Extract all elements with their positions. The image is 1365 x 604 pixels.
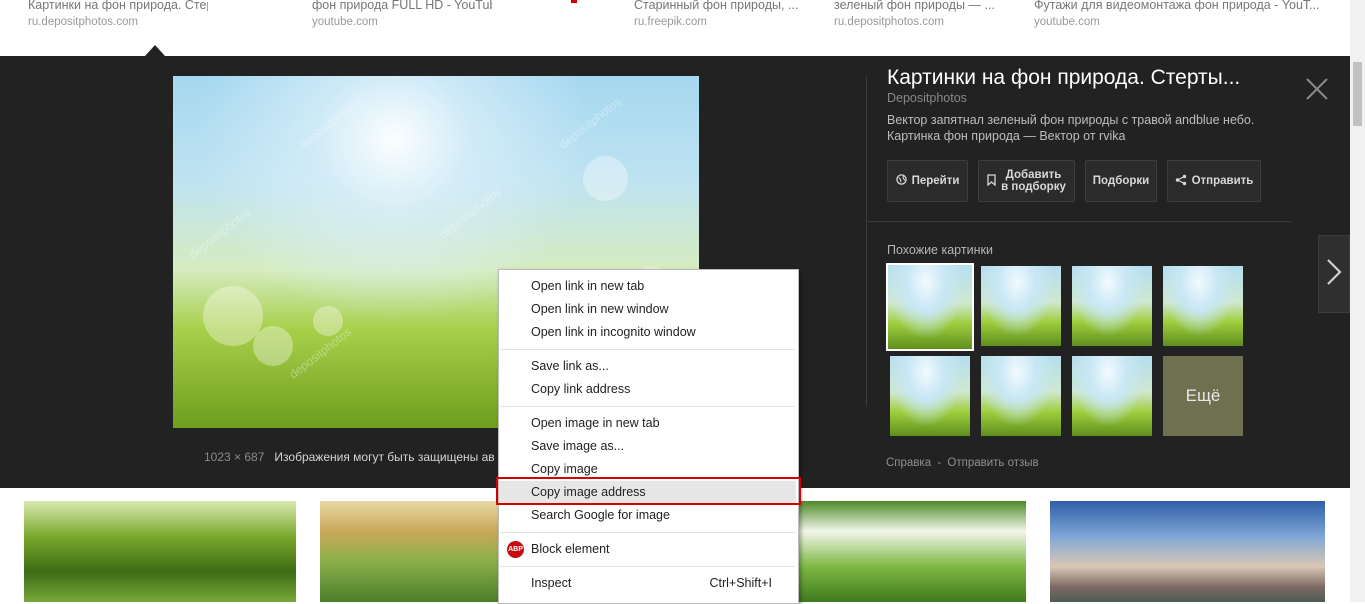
menu-block-element-label: Block element <box>531 542 610 556</box>
result-image[interactable] <box>797 501 1026 602</box>
collections-button-label: Подборки <box>1092 175 1150 187</box>
menu-open-link-incognito[interactable]: Open link in incognito window <box>499 321 796 344</box>
add-to-collection-button[interactable]: Добавить в подборку <box>978 160 1075 202</box>
menu-block-element[interactable]: ABP Block element <box>499 538 796 561</box>
similar-thumb[interactable] <box>981 266 1061 346</box>
similar-thumb-selected[interactable] <box>886 263 974 351</box>
menu-separator <box>500 406 795 407</box>
share-button[interactable]: Отправить <box>1167 160 1261 202</box>
link-separator: - <box>937 457 942 469</box>
top-result-title[interactable]: Старинный фон природы, ... <box>634 0 814 12</box>
highlight-box <box>496 477 801 505</box>
adblock-icon: ABP <box>507 541 524 558</box>
menu-separator <box>500 349 795 350</box>
similar-thumb[interactable] <box>1072 266 1152 346</box>
bokeh-light <box>253 326 293 366</box>
section-divider <box>866 221 1291 222</box>
menu-separator <box>500 566 795 567</box>
top-result-domain: ru.depositphotos.com <box>28 16 138 28</box>
result-image[interactable] <box>320 501 520 602</box>
similar-images-heading: Похожие картинки <box>887 243 993 257</box>
more-label: Ещё <box>1185 386 1221 405</box>
menu-copy-link-address[interactable]: Copy link address <box>499 378 796 401</box>
menu-open-image-new-tab[interactable]: Open image in new tab <box>499 412 796 435</box>
top-result-title[interactable]: Картинки на фон природа. Стертый фон ... <box>28 0 208 12</box>
share-icon <box>1175 174 1187 189</box>
panel-divider <box>866 76 867 406</box>
top-result-domain: youtube.com <box>312 16 378 28</box>
top-result-title[interactable]: зеленый фон природы — ... <box>834 0 1014 12</box>
top-result-item[interactable]: Футажи для видеомонтажа фон природа - Yo… <box>1034 0 1324 28</box>
bookmark-icon <box>987 173 996 189</box>
copyright-notice: Изображения могут быть защищены ав <box>274 450 495 464</box>
preview-source[interactable]: Depositphotos <box>887 91 967 105</box>
image-meta: 1023 × 687 Изображения могут быть защищен… <box>204 450 495 464</box>
top-result-domain: youtube.com <box>1034 16 1100 28</box>
menu-separator <box>500 532 795 533</box>
scrollbar-thumb[interactable] <box>1353 62 1362 126</box>
menu-inspect[interactable]: Inspect Ctrl+Shift+I <box>499 572 796 595</box>
feedback-link[interactable]: Отправить отзыв <box>947 457 1038 469</box>
similar-thumb[interactable] <box>981 356 1061 436</box>
watermark: depositphotos <box>556 94 625 152</box>
context-menu: Open link in new tab Open link in new wi… <box>498 269 799 604</box>
watermark: depositphotos <box>186 204 255 262</box>
share-button-label: Отправить <box>1191 175 1254 187</box>
result-image[interactable] <box>24 501 296 602</box>
top-result-title[interactable]: фон природа FULL HD - YouTube <box>312 0 492 12</box>
next-image-button[interactable] <box>1318 235 1350 313</box>
menu-open-link-new-window[interactable]: Open link in new window <box>499 298 796 321</box>
top-results-strip: Картинки на фон природа. Стертый фон ...… <box>0 0 1350 56</box>
top-result-domain: ru.freepik.com <box>634 16 707 28</box>
bokeh-light <box>583 156 628 201</box>
menu-inspect-label: Inspect <box>531 576 572 590</box>
add-button-line1: Добавить <box>1005 169 1062 181</box>
similar-thumb[interactable] <box>1072 356 1152 436</box>
globe-icon <box>895 174 907 188</box>
result-image[interactable] <box>1050 501 1325 602</box>
top-result-item[interactable]: зеленый фон природы — ... ru.depositphot… <box>834 0 1014 28</box>
menu-search-google-for-image[interactable]: Search Google for image <box>499 504 796 527</box>
collections-button[interactable]: Подборки <box>1085 160 1157 202</box>
preview-title[interactable]: Картинки на фон природа. Стерты... <box>887 66 1277 90</box>
watermark: depositphotos <box>436 184 505 242</box>
help-link[interactable]: Справка <box>886 457 931 469</box>
add-button-line2: в подборку <box>1001 181 1066 193</box>
watermark: depositphotos <box>296 94 365 152</box>
similar-thumb[interactable] <box>1163 266 1243 346</box>
top-result-title[interactable]: Футажи для видеомонтажа фон природа - Yo… <box>1034 0 1324 12</box>
menu-save-link-as[interactable]: Save link as... <box>499 355 796 378</box>
preview-description: Вектор запятнал зеленый фон природы с тр… <box>887 113 1255 143</box>
panel-pointer <box>145 45 165 56</box>
inspect-shortcut: Ctrl+Shift+I <box>709 576 772 590</box>
top-result-domain: ru.depositphotos.com <box>834 16 944 28</box>
similar-thumb[interactable] <box>890 356 970 436</box>
menu-save-image-as[interactable]: Save image as... <box>499 435 796 458</box>
visit-button-label: Перейти <box>911 175 960 187</box>
top-result-item[interactable]: Картинки на фон природа. Стертый фон ...… <box>28 0 208 28</box>
active-indicator <box>571 0 577 3</box>
image-dimensions: 1023 × 687 <box>204 450 265 464</box>
close-icon[interactable] <box>1305 77 1329 101</box>
top-result-item[interactable]: фон природа FULL HD - YouTube youtube.co… <box>312 0 492 28</box>
top-result-item[interactable]: Старинный фон природы, ... ru.freepik.co… <box>634 0 814 28</box>
chevron-right-icon <box>1326 258 1342 291</box>
panel-footer-links: Справка - Отправить отзыв <box>886 457 1039 469</box>
visit-button[interactable]: Перейти <box>887 160 968 202</box>
menu-open-link-new-tab[interactable]: Open link in new tab <box>499 275 796 298</box>
more-similar-button[interactable]: Ещё <box>1163 356 1243 436</box>
